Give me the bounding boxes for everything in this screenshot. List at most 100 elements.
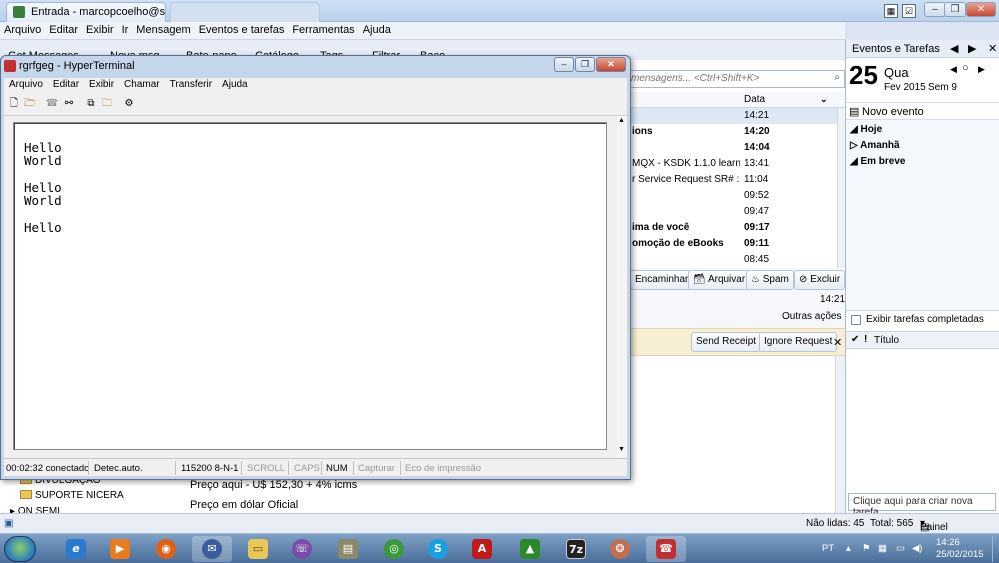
menu-eventos[interactable]: Eventos e tarefas	[195, 22, 289, 36]
menu-mensagem[interactable]: Mensagem	[132, 22, 194, 36]
clock-time[interactable]: 14:26	[936, 537, 960, 548]
message-scrollbar[interactable]	[835, 356, 845, 516]
network-icon[interactable]: ▦	[878, 543, 887, 554]
skype-icon[interactable]: S	[418, 536, 458, 562]
menu-ajuda[interactable]: Ajuda	[359, 22, 395, 36]
power-icon[interactable]: ▭	[896, 543, 905, 554]
ignore-request-button[interactable]: Ignore Request	[759, 332, 838, 352]
minimize-button[interactable]: –	[924, 2, 946, 17]
menu-transferir[interactable]: Transferir	[165, 78, 217, 90]
message-row[interactable]: r Service Request SR# : 1-... 11:04	[628, 172, 837, 188]
media-player-icon[interactable]: ▶	[100, 536, 140, 562]
archive-button[interactable]: 🗃 Arquivar	[688, 270, 751, 290]
close-button[interactable]: ✕	[596, 57, 626, 72]
maximize-button[interactable]: ❐	[575, 57, 595, 72]
flag-icon[interactable]: ⚑	[862, 543, 871, 554]
tasks-icon[interactable]: ☑	[902, 4, 916, 18]
menu-editar[interactable]: Editar	[48, 78, 84, 90]
menu-ferramentas[interactable]: Ferramentas	[288, 22, 358, 36]
design-app-icon[interactable]: ▲	[510, 536, 550, 562]
next-arrow-icon[interactable]: ▶	[968, 42, 976, 55]
sort-chevron-icon[interactable]: ⌄	[820, 94, 828, 105]
terminal-screen[interactable]: Hello World Hello World Hello	[13, 122, 607, 450]
show-hidden-icons-icon[interactable]: ▴	[846, 543, 851, 554]
clock-date[interactable]: 25/02/2015	[936, 549, 984, 560]
properties-icon[interactable]: ⚙	[122, 97, 136, 111]
show-completed-checkbox[interactable]: Exibir tarefas completadas	[846, 311, 999, 329]
acrobat-icon[interactable]: A	[462, 536, 502, 562]
app-icon[interactable]: ❂	[600, 536, 640, 562]
volume-icon[interactable]: ◀)	[912, 543, 922, 554]
tab-inbox[interactable]: Entrada - marcopcoelho@sile...	[6, 2, 166, 22]
more-actions-menu[interactable]: Outras ações	[782, 311, 841, 322]
message-row[interactable]: MQX - KSDK 1.1.0 learning 13:41	[628, 156, 837, 172]
tab-background[interactable]	[170, 2, 320, 22]
search-input[interactable]: mensagens... <Ctrl+Shift+K> ⌕	[628, 70, 845, 88]
message-row[interactable]: ions 14:20	[628, 124, 837, 140]
hyperterminal-taskbar-icon[interactable]: ▤	[328, 536, 368, 562]
close-button[interactable]: ✕	[966, 2, 996, 17]
internet-explorer-icon[interactable]: e	[56, 536, 96, 562]
list-scrollbar[interactable]	[837, 108, 845, 268]
show-desktop-button[interactable]	[992, 536, 999, 562]
calendar-icon[interactable]: ▦	[884, 4, 898, 18]
scroll-up-icon[interactable]: ▲	[618, 117, 625, 124]
phone-icon[interactable]: ☎	[45, 97, 59, 111]
today-pane-toggle[interactable]: ▤ Painel hoje ▾	[920, 518, 948, 544]
message-row[interactable]: 08:45	[628, 252, 837, 268]
send-icon[interactable]: ⧉	[84, 97, 98, 111]
section-amanha[interactable]: ▷ Amanhã	[850, 140, 900, 151]
title-column-header[interactable]: ✔ ! Título	[846, 331, 999, 349]
spam-button[interactable]: ♨ Spam	[746, 270, 794, 290]
send-receipt-button[interactable]: Send Receipt	[691, 332, 762, 352]
start-button[interactable]	[4, 536, 36, 562]
send-receipt-label: Send Receipt	[696, 336, 757, 347]
hyperterminal-active-icon[interactable]: ☎	[646, 536, 686, 562]
viber-icon[interactable]: ☏	[282, 536, 322, 562]
message-row[interactable]: 14:21	[628, 108, 837, 124]
menu-exibir[interactable]: Exibir	[84, 78, 119, 90]
maximize-button[interactable]: ❐	[944, 2, 966, 17]
date-column-header[interactable]: Data	[744, 94, 765, 105]
minimize-button[interactable]: –	[554, 57, 574, 72]
disconnect-icon[interactable]: ⚯	[62, 97, 76, 111]
scroll-down-icon[interactable]: ▼	[618, 446, 625, 453]
section-em-breve[interactable]: ◢ Em breve	[850, 156, 906, 167]
thunderbird-icon[interactable]: ✉	[192, 536, 232, 562]
menu-chamar[interactable]: Chamar	[119, 78, 165, 90]
message-row[interactable]: 09:52	[628, 188, 837, 204]
7zip-icon[interactable]: 7z	[556, 536, 596, 562]
today-circle-icon[interactable]: ○	[962, 62, 969, 74]
message-row[interactable]: 09:47	[628, 204, 837, 220]
chrome-icon[interactable]: ◎	[374, 536, 414, 562]
menu-ajuda[interactable]: Ajuda	[217, 78, 253, 90]
forward-button[interactable]: Encaminhar	[630, 270, 694, 290]
new-task-input[interactable]: Clique aqui para criar nova tarefa	[848, 493, 996, 518]
prev-arrow-icon[interactable]: ◀	[950, 42, 958, 55]
message-row[interactable]: ima de você 09:17	[628, 220, 837, 236]
message-row[interactable]: 14:04	[628, 140, 837, 156]
open-folder-icon[interactable]: 🗁	[23, 97, 37, 111]
close-pane-icon[interactable]: ✕	[988, 42, 997, 55]
menu-ir[interactable]: Ir	[118, 22, 133, 36]
new-event-button[interactable]: ▤ Novo evento	[846, 102, 999, 120]
terminal-scrollbar[interactable]: ▲ ▼	[617, 116, 627, 458]
firefox-icon[interactable]: ◉	[146, 536, 186, 562]
message-row[interactable]: omoção de eBooks 09:11	[628, 236, 837, 252]
receive-icon[interactable]: 🗀	[100, 97, 114, 111]
file-explorer-icon[interactable]: ▭	[238, 536, 278, 562]
section-hoje[interactable]: ◢ Hoje	[850, 124, 882, 135]
language-indicator[interactable]: PT	[822, 543, 834, 554]
hyperterminal-titlebar[interactable]: rgrfgeg - HyperTerminal – ❐ ✕	[1, 56, 630, 78]
menu-exibir[interactable]: Exibir	[82, 22, 118, 36]
day-next-icon[interactable]: ▶	[978, 64, 985, 75]
menu-editar[interactable]: Editar	[45, 22, 82, 36]
new-file-icon[interactable]: 🗋	[7, 97, 21, 111]
day-prev-icon[interactable]: ◀	[950, 64, 957, 75]
folder-suporte-nicera[interactable]: SUPORTE NICERA	[20, 490, 124, 501]
message-time: 14:21	[820, 294, 846, 305]
delete-button[interactable]: ⊘ Excluir	[794, 270, 846, 290]
close-bar-icon[interactable]: ✕	[833, 336, 842, 349]
menu-arquivo[interactable]: Arquivo	[0, 22, 45, 36]
menu-arquivo[interactable]: Arquivo	[4, 78, 48, 90]
